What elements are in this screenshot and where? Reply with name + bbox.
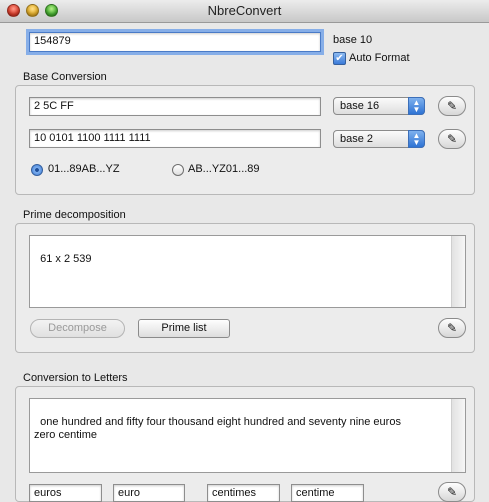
pencil-icon: ✎ [446, 132, 458, 146]
updown-arrows-icon: ▲ ▼ [408, 97, 425, 115]
edit-letters-button[interactable]: ✎ [438, 482, 466, 502]
prime-result-area[interactable]: 61 x 2 539 [29, 235, 466, 308]
edit-prime-button[interactable]: ✎ [438, 318, 466, 338]
window-title: NbreConvert [207, 3, 282, 18]
input-base-label: base 10 [333, 34, 373, 46]
edit-base16-button[interactable]: ✎ [438, 96, 466, 116]
auto-format-checkbox[interactable]: ✔ [333, 52, 346, 65]
updown-arrows-icon: ▲ ▼ [408, 130, 425, 148]
decompose-button[interactable]: Decompose [30, 319, 125, 338]
base2-select[interactable]: base 2 ▲ ▼ [333, 130, 425, 148]
base-conversion-heading: Base Conversion [23, 71, 107, 83]
letters-result-area[interactable]: one hundred and fifty four thousand eigh… [29, 398, 466, 473]
number-input[interactable]: 154879 [29, 32, 321, 52]
subunit-singular-field[interactable]: centime [291, 484, 364, 502]
currency-singular-field[interactable]: euro [113, 484, 185, 502]
letters-scrollbar[interactable] [451, 399, 465, 472]
base16-select[interactable]: base 16 ▲ ▼ [333, 97, 425, 115]
edit-base2-button[interactable]: ✎ [438, 129, 466, 149]
pencil-icon: ✎ [446, 99, 458, 113]
prime-scrollbar[interactable] [451, 236, 465, 307]
letters-first-radio[interactable] [172, 164, 184, 176]
prime-result-text: 61 x 2 539 [40, 253, 92, 265]
digits-first-radio[interactable] [31, 164, 43, 176]
prime-list-button[interactable]: Prime list [138, 319, 230, 338]
digits-first-label: 01...89AB...YZ [48, 163, 120, 175]
letters-first-label: AB...YZ01...89 [188, 163, 260, 175]
base16-output-field[interactable]: 2 5C FF [29, 97, 321, 116]
base16-select-value: base 16 [340, 100, 380, 112]
letters-result-text: one hundred and fifty four thousand eigh… [34, 416, 401, 441]
base2-select-value: base 2 [340, 133, 374, 145]
pencil-icon: ✎ [446, 321, 458, 335]
letters-heading: Conversion to Letters [23, 372, 128, 384]
base2-output-field[interactable]: 10 0101 1100 1111 1111 [29, 129, 321, 148]
checkmark-icon: ✔ [335, 53, 344, 64]
subunit-plural-field[interactable]: centimes [207, 484, 280, 502]
pencil-icon: ✎ [446, 485, 458, 499]
auto-format-label: Auto Format [349, 52, 410, 64]
prime-heading: Prime decomposition [23, 209, 126, 221]
currency-plural-field[interactable]: euros [29, 484, 102, 502]
